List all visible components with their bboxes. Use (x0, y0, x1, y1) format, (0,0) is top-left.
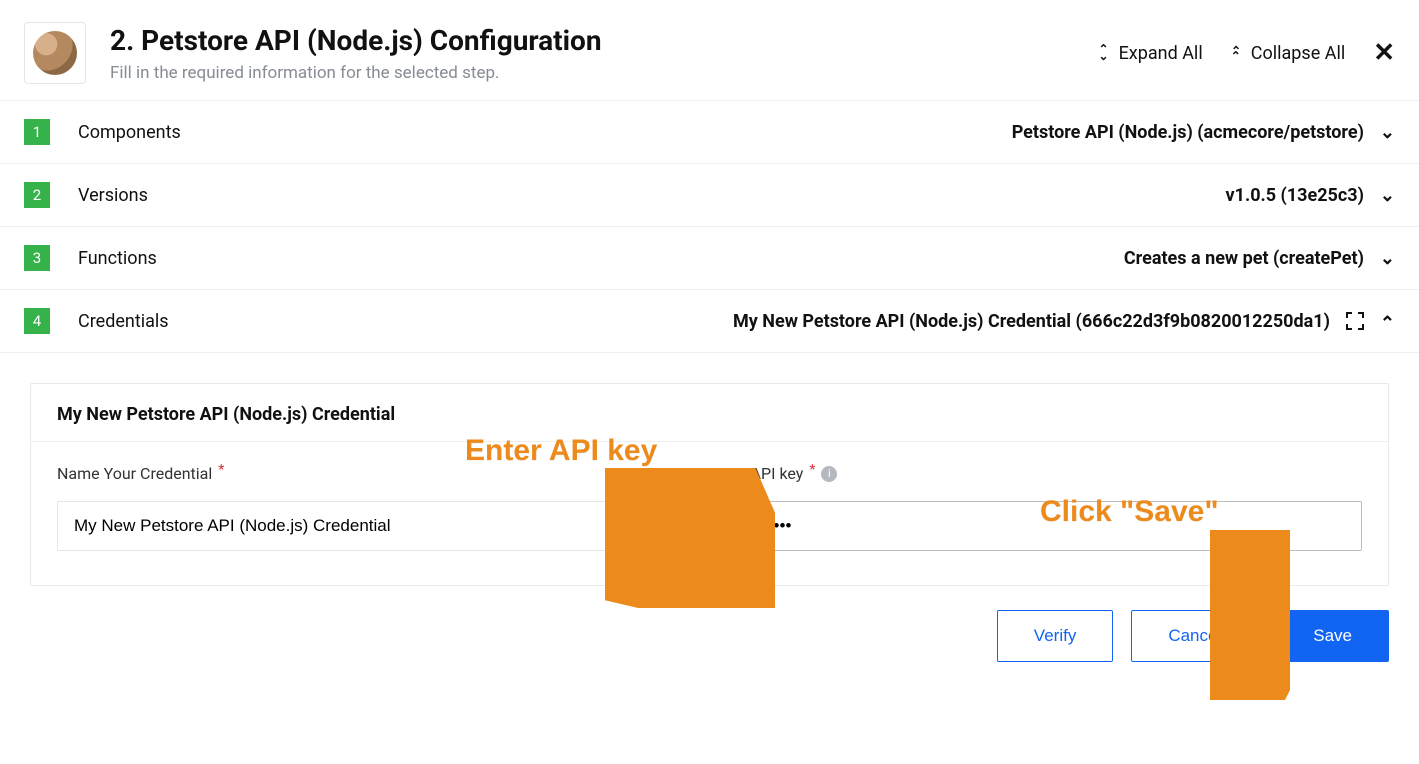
chevron-down-icon[interactable]: ⌄ (1380, 122, 1395, 143)
required-star-icon: * (218, 462, 224, 478)
apikey-input[interactable] (751, 501, 1362, 551)
cancel-button[interactable]: Cancel (1131, 610, 1258, 662)
row-credentials[interactable]: 4 Credentials My New Petstore API (Node.… (0, 290, 1419, 353)
chevron-up-icon[interactable]: ⌃ (1380, 313, 1395, 334)
row-functions[interactable]: 3 Functions Creates a new pet (createPet… (0, 227, 1419, 290)
chevron-down-icon[interactable]: ⌄ (1380, 185, 1395, 206)
expand-all-button[interactable]: ⌃⌄ Expand All (1099, 43, 1203, 64)
page-title: 2. Petstore API (Node.js) Configuration (110, 24, 602, 57)
required-star-icon: * (809, 462, 815, 478)
row-value: My New Petstore API (Node.js) Credential… (733, 311, 1330, 332)
row-label: Credentials (78, 311, 169, 332)
collapse-all-icon: ⌄⌃ (1231, 46, 1241, 60)
step-number: 4 (24, 308, 50, 334)
apikey-field-label: API key (751, 464, 804, 483)
close-icon[interactable]: ✕ (1373, 38, 1395, 68)
verify-button[interactable]: Verify (997, 610, 1114, 662)
row-components[interactable]: 1 Components Petstore API (Node.js) (acm… (0, 101, 1419, 164)
step-number: 3 (24, 245, 50, 271)
row-label: Components (78, 122, 181, 143)
credential-panel-title: My New Petstore API (Node.js) Credential (31, 384, 1388, 442)
row-label: Versions (78, 185, 148, 206)
step-number: 1 (24, 119, 50, 145)
expand-all-label: Expand All (1119, 43, 1203, 64)
save-button[interactable]: Save (1276, 610, 1389, 662)
collapse-all-label: Collapse All (1251, 43, 1345, 64)
row-value: Creates a new pet (createPet) (1124, 248, 1364, 269)
row-label: Functions (78, 248, 157, 269)
collapse-all-button[interactable]: ⌄⌃ Collapse All (1231, 43, 1346, 64)
chevron-down-icon[interactable]: ⌄ (1380, 248, 1395, 269)
row-value: Petstore API (Node.js) (acmecore/petstor… (1012, 122, 1364, 143)
name-input[interactable] (57, 501, 701, 551)
name-field-label: Name Your Credential (57, 464, 212, 483)
row-value: v1.0.5 (13e25c3) (1226, 185, 1364, 206)
row-versions[interactable]: 2 Versions v1.0.5 (13e25c3) ⌄ (0, 164, 1419, 227)
info-icon[interactable]: i (821, 466, 837, 482)
step-avatar (24, 22, 86, 84)
page-subtitle: Fill in the required information for the… (110, 63, 602, 83)
step-number: 2 (24, 182, 50, 208)
expand-all-icon: ⌃⌄ (1099, 46, 1109, 60)
dog-icon (33, 31, 77, 75)
fullscreen-icon[interactable] (1346, 312, 1364, 330)
